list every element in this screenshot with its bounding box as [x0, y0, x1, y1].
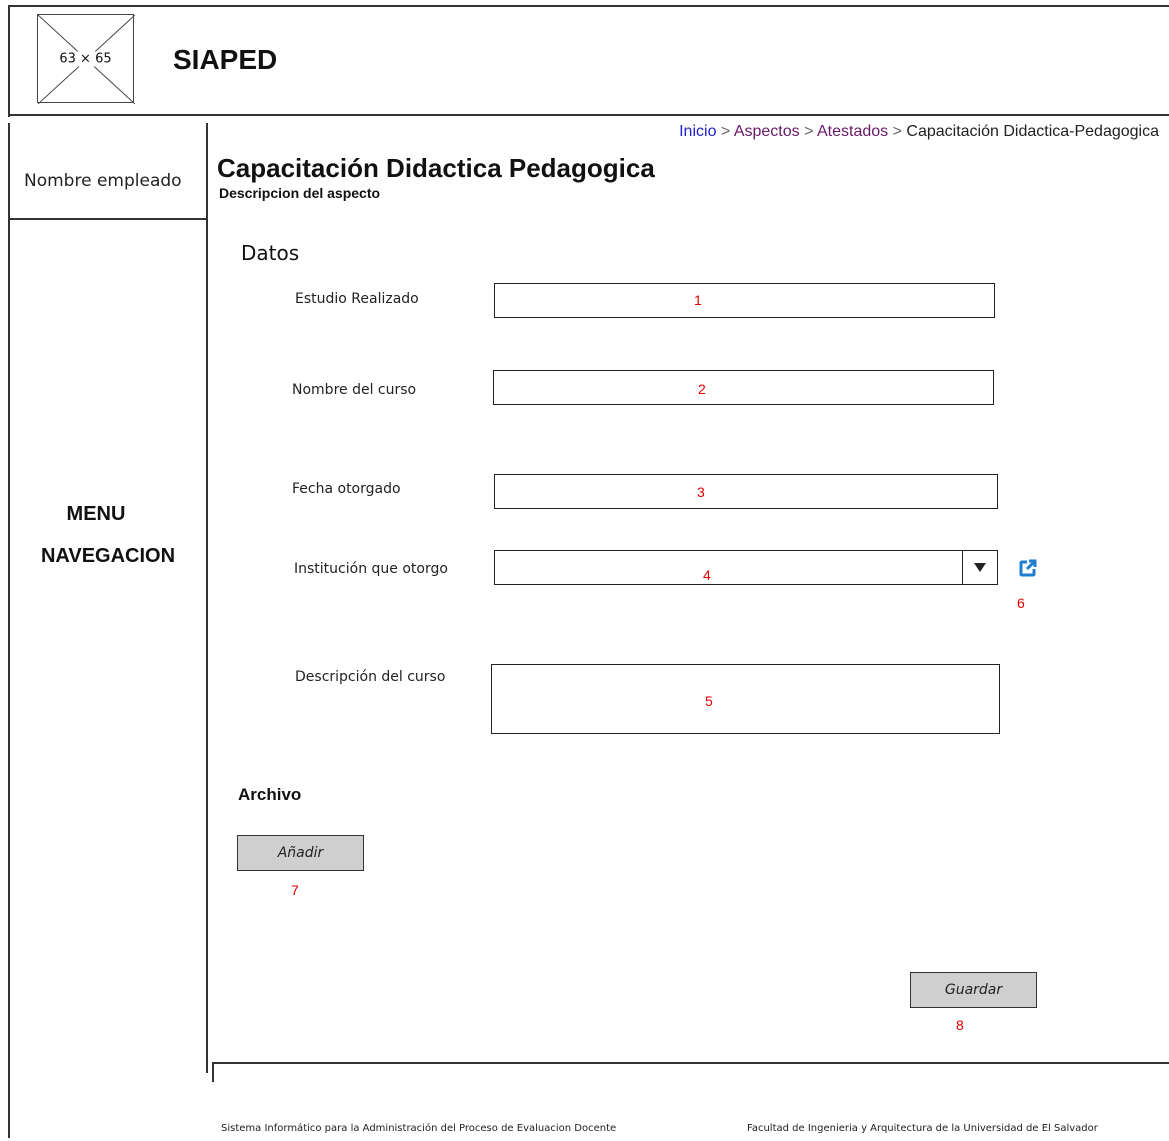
header-divider: [8, 114, 1169, 116]
breadcrumb-current: Capacitación Didactica-Pedagogica: [906, 123, 1159, 140]
page-title: Capacitación Didactica Pedagogica: [217, 153, 655, 183]
app-title: SIAPED: [173, 44, 278, 75]
sidebar-user-divider: [8, 218, 208, 220]
logo-size-label: 63 × 65: [57, 51, 114, 66]
breadcrumb-aspectos[interactable]: Aspectos: [734, 123, 800, 140]
field-label-nombre-curso: Nombre del curso: [292, 382, 417, 398]
employee-name: Nombre empleado: [24, 171, 182, 191]
add-file-button[interactable]: Añadir: [237, 835, 364, 871]
frame-left-header: [8, 5, 10, 117]
field-label-descripcion: Descripción del curso: [295, 669, 446, 685]
marker-1: 1: [694, 292, 702, 308]
breadcrumb-inicio[interactable]: Inicio: [679, 123, 716, 140]
breadcrumb-separator: >: [892, 123, 902, 140]
chevron-down-icon: [974, 563, 986, 572]
footer-divider-tick: [212, 1062, 214, 1082]
logo-placeholder: 63 × 65: [37, 14, 135, 104]
breadcrumb-separator: >: [804, 123, 814, 140]
menu-label-line2: NAVEGACION: [40, 545, 176, 567]
section-title-datos: Datos: [241, 241, 300, 265]
institucion-select[interactable]: 4: [494, 550, 998, 585]
navigation-menu[interactable]: MENU NAVEGACION: [8, 493, 208, 577]
dropdown-button[interactable]: [962, 551, 997, 584]
footer-faculty-name: Facultad de Ingenieria y Arquitectura de…: [747, 1123, 1098, 1134]
external-link-icon[interactable]: [1018, 558, 1038, 578]
breadcrumb-separator: >: [720, 123, 731, 140]
marker-4: 4: [703, 567, 711, 583]
marker-3: 3: [697, 484, 705, 500]
page-subtitle: Descripcion del aspecto: [219, 185, 381, 201]
menu-label-line1: MENU: [66, 503, 126, 525]
marker-8: 8: [956, 1017, 964, 1033]
footer-system-name: Sistema Informático para la Administraci…: [221, 1123, 617, 1134]
sidebar-right-border: [206, 123, 208, 1073]
marker-5: 5: [705, 693, 713, 709]
field-label-estudio: Estudio Realizado: [295, 291, 419, 307]
field-label-fecha: Fecha otorgado: [292, 481, 401, 497]
save-button[interactable]: Guardar: [910, 972, 1037, 1008]
estudio-realizado-input[interactable]: 1: [494, 283, 995, 318]
breadcrumb-atestados[interactable]: Atestados: [817, 123, 888, 140]
nombre-curso-input[interactable]: 2: [493, 370, 994, 405]
marker-7: 7: [291, 882, 299, 898]
marker-6: 6: [1017, 595, 1025, 611]
descripcion-curso-textarea[interactable]: 5: [491, 664, 1000, 734]
footer-divider: [212, 1062, 1169, 1064]
sidebar-left-border: [8, 123, 10, 1138]
field-label-institucion: Institución que otorgo: [294, 561, 448, 577]
breadcrumb: Inicio > Aspectos > Atestados > Capacita…: [679, 123, 1159, 141]
frame-top: [8, 5, 1169, 7]
marker-2: 2: [698, 381, 706, 397]
fecha-otorgado-input[interactable]: 3: [494, 474, 998, 509]
section-title-archivo: Archivo: [238, 785, 302, 804]
